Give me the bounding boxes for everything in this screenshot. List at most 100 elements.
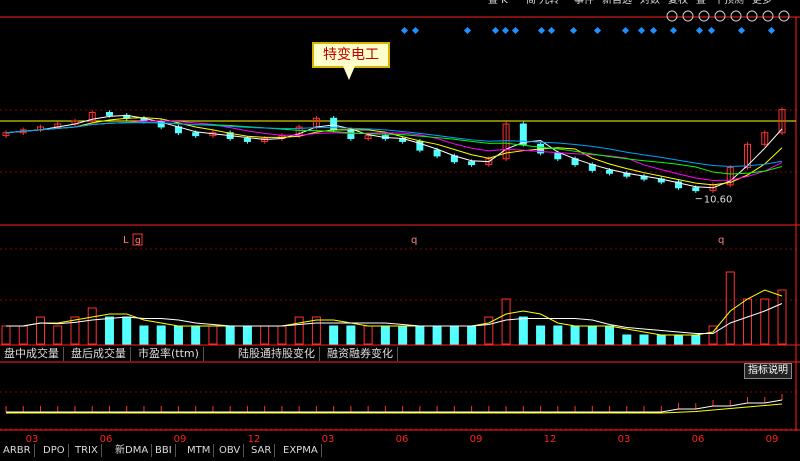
toolbar-item-4[interactable]: 対数 [640, 0, 660, 6]
volume-bar [656, 334, 666, 345]
volume-bar [570, 325, 580, 345]
volume-bar [242, 325, 252, 345]
volume-bar [139, 325, 149, 345]
event-marker-icon [637, 26, 646, 35]
x-tick-label: 06 [396, 434, 409, 445]
candle-body [192, 132, 200, 137]
volume-bar [363, 325, 373, 345]
volume-bar [294, 316, 304, 345]
event-marker-icon [569, 26, 578, 35]
volume-bar [1, 325, 11, 345]
candle-body [468, 161, 476, 166]
toolbar-item-7[interactable]: 十预测 [714, 0, 744, 6]
candle-body [554, 152, 562, 160]
record-icon[interactable] [714, 10, 726, 22]
stock-name-callout: 特变电工 [312, 42, 390, 68]
kline-chart: 10.60L g q q03 06 09 12 03 06 09 12 03 06 09 [0, 10, 800, 445]
candle-body [692, 187, 700, 192]
indicator-tab-2[interactable]: 市盈率(ttm) [134, 347, 204, 361]
x-tick-label: 12 [544, 434, 557, 445]
volume-bar [553, 325, 563, 345]
volume-bar [467, 325, 477, 345]
plus-icon[interactable] [762, 10, 774, 22]
candle-body [105, 111, 113, 116]
volume-bar [691, 334, 701, 345]
index-help-button[interactable]: 指标说明 [744, 363, 792, 379]
marker-letter: L [123, 235, 129, 246]
bottom-tab-bbi[interactable]: BBI [152, 444, 176, 457]
x-tick-label: 09 [766, 434, 779, 445]
event-marker-icon [707, 26, 716, 35]
bottom-tab-trix[interactable]: TRIX [72, 444, 102, 457]
volume-bar [432, 325, 442, 345]
toolbar-item-3[interactable]: 新自选 [602, 0, 632, 6]
volume-bar [777, 289, 787, 345]
volume-bar [587, 325, 597, 345]
marker-letter: q [411, 235, 417, 246]
bottom-tab-dpo[interactable]: DPO [40, 444, 69, 457]
volume-bar [605, 325, 615, 345]
volume-bar [122, 316, 132, 345]
event-marker-icon [547, 26, 556, 35]
volume-bar [260, 325, 270, 345]
volume-bar [518, 316, 528, 345]
event-marker-icon [649, 26, 658, 35]
toolbar-item-2[interactable]: 事件 [574, 0, 594, 6]
event-marker-icon [695, 26, 704, 35]
event-marker-icon [491, 26, 500, 35]
toolbar-item-8[interactable]: 更多 [752, 0, 772, 6]
event-marker-icon [511, 26, 520, 35]
image-icon[interactable] [682, 10, 694, 22]
volume-bar [225, 325, 235, 345]
moving-average-line [5, 117, 783, 186]
toolbar-item-0[interactable]: 叠 K [488, 0, 508, 6]
volume-bar [18, 325, 28, 345]
callout-tail [343, 66, 355, 80]
event-marker-icon [593, 26, 602, 35]
indicator-tab-0[interactable]: 盘中成交量 [0, 347, 64, 361]
event-marker-icon [767, 26, 776, 35]
event-marker-icon [669, 26, 678, 35]
volume-bar [104, 316, 114, 345]
toolbar-item-5[interactable]: 复权 [668, 0, 688, 6]
moving-average-line [5, 121, 783, 168]
event-marker-icon [621, 26, 630, 35]
bottom-tab-arbr[interactable]: ARBR [0, 444, 35, 457]
volume-bar [311, 316, 321, 345]
volume-bar [346, 325, 356, 345]
bottom-tab-obv[interactable]: OBV [216, 444, 245, 457]
event-marker-icon [411, 26, 420, 35]
volume-bar [156, 325, 166, 345]
volume-bar [743, 298, 753, 345]
play-icon[interactable] [698, 10, 710, 22]
eye-icon[interactable] [666, 10, 678, 22]
volume-bar [725, 271, 735, 345]
settings-icon[interactable] [746, 10, 758, 22]
volume-bar [53, 325, 63, 345]
volume-bar [70, 316, 80, 345]
event-marker-icon [537, 26, 546, 35]
volume-bar [622, 334, 632, 345]
scissors-icon[interactable] [730, 10, 742, 22]
indicator-tab-4[interactable]: 融资融券变化 [323, 347, 398, 361]
volume-bar [208, 325, 218, 345]
indicator-tab-1[interactable]: 盘后成交量 [67, 347, 131, 361]
bottom-tab-新dma[interactable]: 新DMA [112, 444, 153, 457]
event-marker-icon [400, 26, 409, 35]
volume-bar [329, 325, 339, 345]
bottom-tab-expma[interactable]: EXPMA [280, 444, 322, 457]
minus-icon[interactable] [778, 10, 790, 22]
bottom-tab-sar[interactable]: SAR [248, 444, 276, 457]
volume-bar [35, 316, 45, 345]
volume-bar [415, 325, 425, 345]
volume-bar [536, 325, 546, 345]
chart-stage: 10.60 Lg q q 03 06 09 12 03 06 09 12 03 06 09 [0, 0, 800, 457]
toolbar-item-6[interactable]: 叠 [696, 0, 706, 6]
bottom-tab-mtm[interactable]: MTM [184, 444, 215, 457]
volume-bar [173, 325, 183, 345]
toolbar-item-1[interactable]: 简·九转 [526, 0, 559, 6]
volume-bar [674, 334, 684, 345]
event-marker-icon [463, 26, 472, 35]
volume-bar [639, 334, 649, 345]
indicator-tab-3[interactable]: 陆股通持股变化 [234, 347, 320, 361]
